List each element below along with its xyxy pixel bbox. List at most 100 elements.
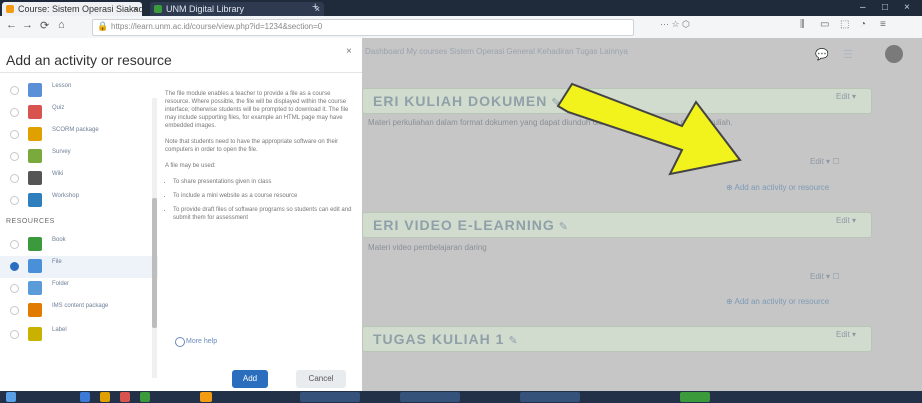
course-favicon-icon	[6, 5, 14, 13]
section-title-tugas[interactable]: TUGAS KULIAH 1 ✎	[362, 326, 872, 352]
add-activity-link[interactable]: ⊕ Add an activity or resource	[726, 297, 829, 306]
edit-pencil-icon[interactable]: ✎	[559, 221, 569, 233]
yellow-arrow-icon	[556, 82, 742, 176]
list-item-label: Survey	[52, 149, 71, 155]
package-icon	[28, 303, 42, 317]
browser-tab-library[interactable]: UNM Digital Library ×	[150, 2, 324, 16]
account-icon[interactable]: ◔	[860, 19, 866, 30]
survey-icon	[28, 149, 42, 163]
maximize-button[interactable]: □	[882, 0, 888, 16]
add-button[interactable]: Add	[232, 370, 268, 388]
section-description: Materi video pembelajaran daring	[368, 243, 487, 252]
radio-button[interactable]	[10, 174, 19, 183]
list-item[interactable]: Lesson	[0, 80, 158, 102]
section-edit-menu[interactable]: Edit ▾	[836, 216, 856, 225]
list-item-label: Folder	[52, 281, 70, 287]
tab-close-icon[interactable]: ×	[133, 2, 138, 16]
list-item-label: Book	[52, 237, 66, 243]
label-icon	[28, 327, 42, 341]
item-edit-menu[interactable]: Edit ▾ ☐	[810, 157, 839, 166]
home-button[interactable]: ⌂	[58, 19, 65, 31]
add-activity-link[interactable]: ⊕ Add an activity or resource	[726, 183, 829, 192]
forward-button[interactable]: →	[22, 19, 33, 31]
list-item[interactable]: Wiki	[0, 168, 158, 190]
help-list: To share presentations given in class To…	[165, 178, 355, 222]
section-edit-menu[interactable]: Edit ▾	[836, 330, 856, 339]
browser-tab-course[interactable]: Course: Sistem Operasi Siakad ×	[2, 2, 142, 16]
list-item-label: SCORM package	[52, 127, 99, 133]
notifications-icon[interactable]: ☰	[843, 48, 853, 61]
back-button[interactable]: ←	[6, 19, 17, 31]
course-breadcrumb: Dashboard My courses Sistem Operasi Gene…	[365, 47, 628, 56]
taskbar-app-icon[interactable]	[400, 392, 460, 402]
taskbar-app-icon[interactable]	[120, 392, 130, 402]
list-item[interactable]: IMS content package	[0, 300, 158, 322]
list-item-label: Label	[52, 327, 67, 333]
help-list-item: To provide draft files of software progr…	[173, 206, 355, 222]
list-scrollbar-thumb[interactable]	[152, 198, 157, 328]
lesson-icon	[28, 83, 42, 97]
help-paragraph: A file may be used:	[165, 163, 216, 169]
list-item[interactable]: Label	[0, 324, 158, 346]
new-tab-button[interactable]: +	[312, 1, 318, 13]
list-item[interactable]: Survey	[0, 146, 158, 168]
tab-title: Course: Sistem Operasi Siakad	[18, 4, 142, 14]
list-item[interactable]: Folder	[0, 278, 158, 300]
page-actions[interactable]: ··· ☆ ⬡	[660, 19, 690, 30]
cancel-button[interactable]: Cancel	[296, 370, 346, 388]
taskbar-app-icon[interactable]	[140, 392, 150, 402]
radio-button[interactable]	[10, 262, 19, 271]
radio-button[interactable]	[10, 240, 19, 249]
radio-button[interactable]	[10, 152, 19, 161]
extensions-icon[interactable]: ⬚	[840, 19, 849, 30]
reload-button[interactable]: ⟳	[40, 19, 49, 32]
taskbar-app-icon[interactable]	[300, 392, 360, 402]
radio-button[interactable]	[10, 86, 19, 95]
radio-button[interactable]	[10, 284, 19, 293]
messages-icon[interactable]: 💬	[815, 48, 829, 61]
more-help-link[interactable]: More help	[186, 338, 217, 345]
start-icon[interactable]	[6, 392, 16, 402]
help-list-item: To include a mini website as a course re…	[173, 192, 355, 200]
lock-icon: 🔒	[97, 21, 109, 31]
help-paragraph: The file module enables a teacher to pro…	[165, 91, 349, 129]
sidebar-icon[interactable]: ▭	[820, 19, 829, 30]
list-item[interactable]: Workshop	[0, 190, 158, 212]
user-avatar[interactable]	[885, 45, 903, 63]
taskbar-app-icon[interactable]	[520, 392, 580, 402]
file-icon	[28, 259, 42, 273]
list-item-selected[interactable]: File	[0, 256, 158, 278]
list-item-label: Quiz	[52, 105, 65, 111]
radio-button[interactable]	[10, 108, 19, 117]
radio-button[interactable]	[10, 330, 19, 339]
radio-button[interactable]	[10, 306, 19, 315]
radio-button[interactable]	[10, 196, 19, 205]
scorm-icon	[28, 127, 42, 141]
section-title-video[interactable]: ERI VIDEO E-LEARNING ✎	[362, 212, 872, 238]
info-icon	[175, 337, 185, 347]
minimize-button[interactable]: –	[860, 0, 866, 16]
menu-icon[interactable]: ≡	[880, 19, 886, 30]
taskbar-app-icon[interactable]	[680, 392, 710, 402]
taskbar-app-icon[interactable]	[200, 392, 212, 402]
edit-pencil-icon[interactable]: ✎	[508, 335, 518, 347]
library-icon[interactable]: ⫼	[800, 19, 805, 30]
item-edit-menu[interactable]: Edit ▾ ☐	[810, 272, 839, 281]
close-window-button[interactable]: ×	[904, 0, 910, 16]
close-icon[interactable]: ×	[346, 46, 352, 57]
book-icon	[28, 237, 42, 251]
modal-title: Add an activity or resource	[6, 52, 172, 68]
taskbar-app-icon[interactable]	[80, 392, 90, 402]
address-bar[interactable]: 🔒 https://learn.unm.ac.id/course/view.ph…	[92, 19, 634, 36]
section-edit-menu[interactable]: Edit ▾	[836, 92, 856, 101]
quiz-icon	[28, 105, 42, 119]
wiki-icon	[28, 171, 42, 185]
list-item[interactable]: Quiz	[0, 102, 158, 124]
radio-button[interactable]	[10, 130, 19, 139]
activity-list: Lesson Quiz SCORM package Survey Wiki Wo…	[0, 78, 160, 368]
taskbar-app-icon[interactable]	[100, 392, 110, 402]
list-item[interactable]: Book	[0, 234, 158, 256]
list-item[interactable]: SCORM package	[0, 124, 158, 146]
help-list-item: To share presentations given in class	[173, 178, 355, 186]
list-item-label: Workshop	[52, 193, 79, 199]
